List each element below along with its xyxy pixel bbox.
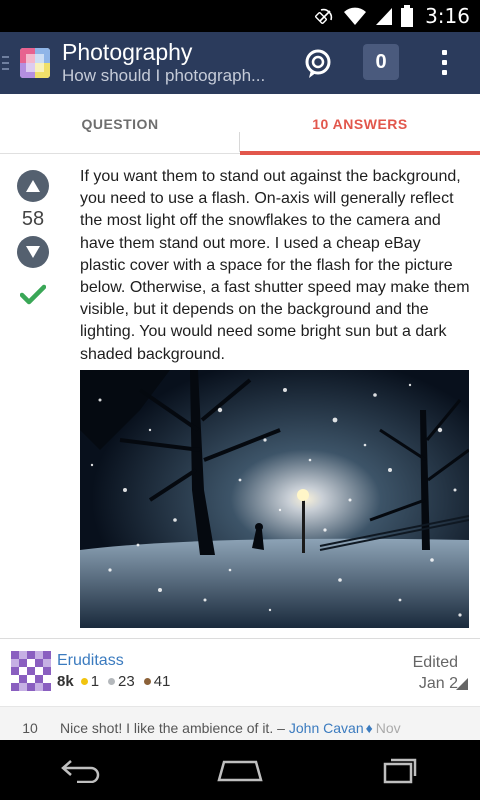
tab-answers[interactable]: 10 ANSWERS [240, 94, 480, 155]
site-name: Photography [62, 39, 193, 65]
edited-label: Edited [412, 654, 458, 671]
author-separator [0, 638, 480, 639]
accepted-check-icon [19, 284, 47, 311]
author-reputation: 8k [57, 673, 74, 690]
gold-badge-count: 1 [90, 673, 100, 690]
author-stats: 8k 1 23 41 [57, 673, 170, 690]
edited-date: Jan 2 [418, 675, 458, 692]
stack-exchange-inbox-icon [305, 49, 331, 78]
home-icon [217, 760, 263, 782]
header-titles[interactable]: Photography How should I photograph... [62, 39, 287, 87]
status-bar: 3:16 [0, 0, 480, 32]
tab-divider [239, 132, 240, 152]
vote-column: 58 [0, 170, 66, 311]
drawer-handle-icon[interactable] [0, 32, 9, 94]
bronze-badge-icon [143, 678, 151, 685]
bronze-badge-count: 41 [153, 673, 171, 690]
answer-image[interactable] [80, 370, 469, 628]
corner-triangle-icon [456, 678, 468, 690]
snow-night-photo [80, 370, 469, 628]
system-nav-bar [0, 740, 480, 800]
home-button[interactable] [200, 740, 280, 800]
silver-badge-icon [108, 678, 116, 685]
author-name[interactable]: Eruditass [57, 652, 124, 670]
back-icon [61, 760, 100, 783]
inbox-button[interactable] [300, 46, 336, 82]
site-logo-icon[interactable] [20, 48, 50, 78]
answer-score: 58 [21, 208, 45, 230]
gold-badge-icon [80, 678, 88, 685]
tab-bar: QUESTION 10 ANSWERS [0, 94, 480, 155]
action-bar: Photography How should I photograph... [0, 32, 480, 94]
comment-score: 10 [22, 719, 38, 736]
moderator-diamond-icon: ♦ [365, 719, 373, 736]
author-avatar[interactable] [11, 651, 51, 691]
upvote-button[interactable] [17, 170, 49, 202]
arrow-up-icon [26, 180, 40, 192]
comment-text: Nice shot! I like the ambience of it. – [60, 719, 285, 736]
wifi-icon [343, 6, 367, 26]
downvote-button[interactable] [17, 236, 49, 268]
overflow-menu-icon[interactable] [430, 44, 458, 80]
edit-info[interactable]: Edited Jan 2 [413, 652, 458, 694]
comment-user[interactable]: John Cavan [289, 720, 364, 736]
answer-body: If you want them to stand out against th… [80, 168, 470, 363]
back-button[interactable] [40, 740, 120, 800]
rotation-lock-icon [315, 6, 335, 26]
author-card[interactable]: Eruditass 8k 1 23 41 Edited Jan 2 [0, 640, 480, 704]
recents-button[interactable] [360, 740, 440, 800]
tab-question[interactable]: QUESTION [0, 94, 240, 154]
recents-icon [383, 758, 417, 784]
battery-icon [401, 5, 414, 27]
silver-badge-count: 23 [118, 673, 135, 690]
question-title: How should I photograph... [62, 66, 266, 85]
status-clock: 3:16 [425, 4, 470, 28]
signal-icon [375, 6, 393, 26]
reputation-badge[interactable]: 0 [363, 44, 399, 80]
arrow-down-icon [26, 246, 40, 258]
comment-date: Nov [375, 719, 401, 736]
